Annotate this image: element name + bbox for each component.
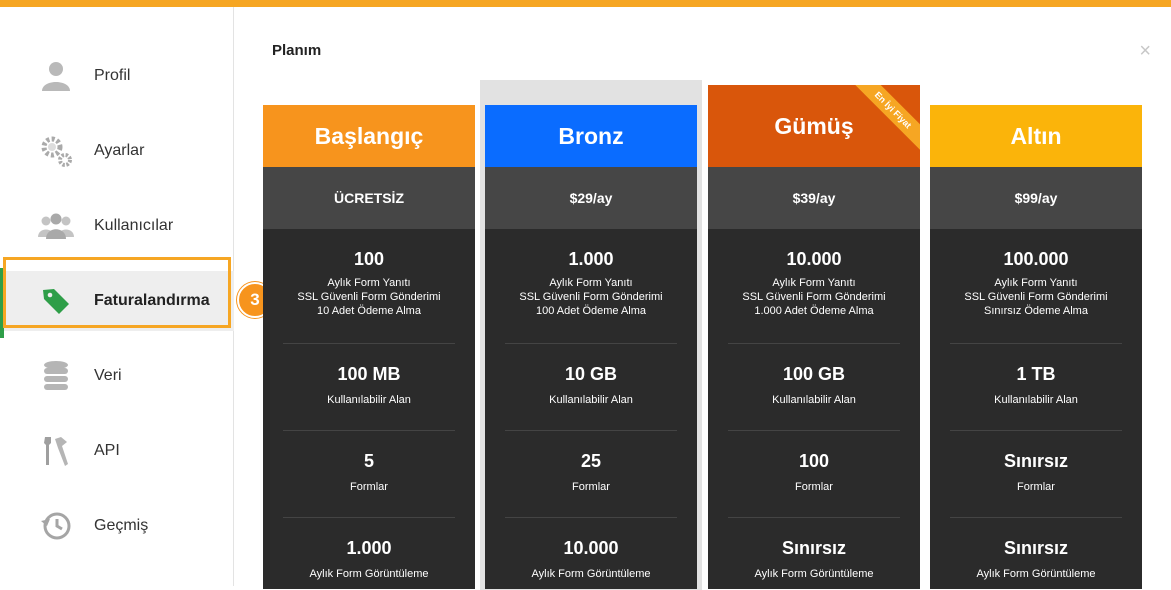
divider	[950, 343, 1122, 344]
page-title: Planım	[272, 42, 322, 59]
feature-submissions: 10.000 Aylık Form Yanıtı SSL Güvenli For…	[742, 249, 886, 317]
plan-price: $99/ay	[930, 167, 1142, 229]
divider	[505, 430, 677, 431]
sidebar-item-profil[interactable]: Profil	[0, 46, 234, 106]
plan-card-baslangic[interactable]: Başlangıç ÜCRETSİZ 100 Aylık Form Yanıtı…	[263, 105, 475, 589]
plan-price: $29/ay	[485, 167, 697, 229]
feature-submissions: 100.000 Aylık Form Yanıtı SSL Güvenli Fo…	[964, 249, 1108, 317]
divider	[283, 343, 455, 344]
plan-features: 1.000 Aylık Form Yanıtı SSL Güvenli Form…	[485, 229, 697, 589]
sidebar-item-veri[interactable]: Veri	[0, 346, 234, 406]
feature-forms: 5 Formlar	[350, 451, 388, 493]
sidebar-item-label: API	[94, 442, 120, 459]
sidebar-item-gecmis[interactable]: Geçmiş	[0, 496, 234, 556]
plan-price: ÜCRETSİZ	[263, 167, 475, 229]
divider	[728, 343, 900, 344]
sidebar-item-label: Profil	[94, 67, 131, 84]
plan-card-bronz[interactable]: Bronz $29/ay 1.000 Aylık Form Yanıtı SSL…	[485, 105, 697, 589]
plan-features: 10.000 Aylık Form Yanıtı SSL Güvenli For…	[708, 229, 920, 589]
sidebar-item-label: Veri	[94, 367, 122, 384]
divider	[950, 430, 1122, 431]
tools-icon	[38, 433, 74, 469]
top-accent-bar	[0, 0, 1171, 7]
plan-features: 100 Aylık Form Yanıtı SSL Güvenli Form G…	[263, 229, 475, 589]
gears-icon	[38, 133, 74, 169]
plan-name-header: Gümüş En İyi Fiyat	[708, 85, 920, 167]
sidebar-item-kullanicilar[interactable]: Kullanıcılar	[0, 196, 234, 256]
plan-card-altin[interactable]: Altın $99/ay 100.000 Aylık Form Yanıtı S…	[930, 105, 1142, 589]
users-icon	[38, 208, 74, 244]
feature-submissions: 100 Aylık Form Yanıtı SSL Güvenli Form G…	[297, 249, 441, 317]
plan-price: $39/ay	[708, 167, 920, 229]
divider	[505, 517, 677, 518]
plan-name: Altın	[930, 105, 1142, 167]
sidebar-item-label: Kullanıcılar	[94, 217, 174, 234]
sidebar-item-label: Ayarlar	[94, 142, 145, 159]
feature-views: 1.000 Aylık Form Görüntüleme	[309, 538, 429, 580]
database-icon	[38, 358, 74, 394]
feature-storage: 1 TB Kullanılabilir Alan	[994, 364, 1078, 406]
feature-forms: Sınırsız Formlar	[1003, 451, 1069, 493]
divider	[950, 517, 1122, 518]
plan-name: Başlangıç	[263, 105, 475, 167]
sidebar-item-api[interactable]: API	[0, 421, 234, 481]
divider	[728, 517, 900, 518]
plans-panel: Planım × Başlangıç ÜCRETSİZ 100 Aylık Fo…	[235, 7, 1171, 590]
sidebar-item-ayarlar[interactable]: Ayarlar	[0, 121, 234, 181]
divider	[728, 430, 900, 431]
user-icon	[38, 58, 74, 94]
sidebar-item-label: Geçmiş	[94, 517, 149, 534]
step-highlight-frame	[3, 257, 231, 328]
feature-submissions: 1.000 Aylık Form Yanıtı SSL Güvenli Form…	[519, 249, 663, 317]
plan-name: Bronz	[485, 105, 697, 167]
divider	[283, 430, 455, 431]
plan-card-gumus[interactable]: Gümüş En İyi Fiyat $39/ay 10.000 Aylık F…	[708, 85, 920, 589]
best-price-ribbon: En İyi Fiyat	[847, 85, 920, 156]
plan-name: Gümüş	[774, 112, 854, 139]
feature-views: 10.000 Aylık Form Görüntüleme	[531, 538, 651, 580]
feature-views: Sınırsız Aylık Form Görüntüleme	[976, 538, 1096, 580]
feature-forms: 100 Formlar	[795, 451, 833, 493]
history-icon	[38, 508, 74, 544]
feature-storage: 10 GB Kullanılabilir Alan	[549, 364, 633, 406]
plan-features: 100.000 Aylık Form Yanıtı SSL Güvenli Fo…	[930, 229, 1142, 589]
close-icon[interactable]: ×	[1139, 40, 1151, 63]
divider	[283, 517, 455, 518]
feature-storage: 100 MB Kullanılabilir Alan	[327, 364, 411, 406]
feature-storage: 100 GB Kullanılabilir Alan	[772, 364, 856, 406]
divider	[505, 343, 677, 344]
feature-views: Sınırsız Aylık Form Görüntüleme	[754, 538, 874, 580]
feature-forms: 25 Formlar	[572, 451, 610, 493]
